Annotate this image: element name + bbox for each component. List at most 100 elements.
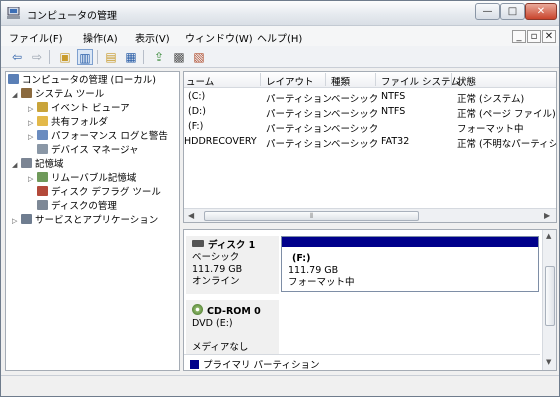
- back-arrow-icon[interactable]: ⇦: [9, 49, 25, 65]
- volume-label: (F:): [292, 253, 311, 264]
- system-tools-icon: [21, 88, 32, 98]
- vertical-scrollbar-thumb[interactable]: [545, 266, 555, 326]
- tree-item-storage[interactable]: ◢ 記憶域: [12, 158, 64, 172]
- cdrom0-info[interactable]: CD-ROM 0 DVD (E:) メディアなし: [186, 300, 279, 354]
- tree-item-disk-defrag[interactable]: ディスク デフラグ ツール: [28, 186, 161, 200]
- close-button[interactable]: ✕: [525, 3, 557, 20]
- column-header-type[interactable]: 種類: [331, 74, 350, 88]
- vertical-scrollbar[interactable]: ▲ ▼: [542, 230, 556, 370]
- tree-item-device-manager[interactable]: デバイス マネージャ: [28, 144, 139, 158]
- settings-icon[interactable]: ▩: [171, 49, 187, 65]
- menu-window[interactable]: ウィンドウ(W): [185, 30, 253, 45]
- tree-item-services-apps[interactable]: ▷ サービスとアプリケーション: [12, 214, 158, 228]
- performance-icon: [37, 130, 48, 140]
- table-row[interactable]: (C:) パーティション ベーシック NTFS 正常 (システム): [184, 90, 556, 105]
- expand-arrow-icon[interactable]: ▷: [12, 214, 21, 228]
- tree-item-disk-management[interactable]: ディスクの管理: [28, 200, 117, 214]
- expand-arrow-icon[interactable]: ▷: [28, 172, 37, 186]
- tree-item-removable-storage[interactable]: ▷ リムーバブル記憶域: [28, 172, 136, 186]
- toolbar-separator: [143, 50, 144, 64]
- export-icon[interactable]: ⇪: [151, 49, 167, 65]
- computer-icon: [8, 74, 19, 84]
- expand-arrow-icon[interactable]: ▷: [28, 102, 37, 116]
- window-title: コンピュータの管理: [27, 11, 117, 22]
- volume-status: フォーマット中: [288, 277, 355, 288]
- cdrom0-drive: DVD (E:): [192, 318, 233, 329]
- legend-primary-label: プライマリ パーティション: [203, 360, 320, 371]
- tree-item-shared-folders[interactable]: ▷ 共有フォルダ: [28, 116, 108, 130]
- volume-size: 111.79 GB: [288, 265, 339, 276]
- disk1-status: オンライン: [192, 276, 240, 287]
- shared-folder-icon: [37, 116, 48, 126]
- show-tree-icon[interactable]: ▥: [77, 49, 93, 65]
- cdrom0-name: CD-ROM 0: [207, 306, 261, 317]
- defrag-icon: [37, 186, 48, 196]
- volume-f-partition[interactable]: (F:) 111.79 GB フォーマット中: [281, 236, 539, 292]
- table-row[interactable]: (D:) パーティション ベーシック NTFS 正常 (ページ ファイル): [184, 105, 556, 120]
- collapse-arrow-icon[interactable]: ◢: [12, 88, 21, 102]
- properties-icon[interactable]: ▤: [103, 49, 119, 65]
- services-icon: [21, 214, 32, 224]
- cdrom-icon: [192, 304, 203, 315]
- column-header-layout[interactable]: レイアウト: [266, 74, 314, 88]
- maximize-button[interactable]: □: [500, 3, 525, 20]
- cdrom0-media: メディアなし: [192, 342, 249, 353]
- scroll-right-icon[interactable]: ▶: [544, 211, 550, 220]
- primary-partition-swatch: [190, 360, 199, 369]
- horizontal-scrollbar[interactable]: ◀ ⦀ ▶: [184, 208, 556, 222]
- disk-tool-icon[interactable]: ▧: [191, 49, 207, 65]
- toolbar-separator: [97, 50, 98, 64]
- device-manager-icon: [37, 144, 48, 154]
- scrollbar-thumb[interactable]: ⦀: [204, 211, 419, 221]
- mdi-restore-button[interactable]: ▫: [527, 30, 541, 43]
- event-viewer-icon: [37, 102, 48, 112]
- scroll-left-icon[interactable]: ◀: [188, 211, 194, 220]
- toolbar-separator: [49, 50, 50, 64]
- mdi-close-button[interactable]: ✕: [542, 30, 556, 43]
- computer-management-icon: [7, 7, 20, 19]
- disk1-name: ディスク 1: [208, 240, 256, 251]
- expand-arrow-icon[interactable]: ▷: [28, 130, 37, 144]
- primary-partition-bar: [282, 237, 538, 247]
- disk1-size: 111.79 GB: [192, 264, 243, 275]
- storage-icon: [21, 158, 32, 168]
- help-icon[interactable]: ▦: [123, 49, 139, 65]
- menu-file[interactable]: ファイル(F): [9, 30, 63, 45]
- computer-management-window: コンピュータの管理 — □ ✕ ファイル(F) 操作(A) 表示(V) ウィンド…: [0, 0, 560, 397]
- volume-list: ューム レイアウト 種類 ファイル システム 状態 (C:) パーティション ベ…: [183, 71, 557, 223]
- toolbar: ⇦ ⇨ ▣ ▥ ▤ ▦ ⇪ ▩ ▧: [1, 46, 559, 68]
- table-row[interactable]: HDDRECOVERY パーティション ベーシック FAT32 正常 (不明なパ…: [184, 135, 556, 150]
- disk-graphical-view: ディスク 1 ベーシック 111.79 GB オンライン (F:) 111.79…: [183, 229, 557, 371]
- menu-bar: ファイル(F) 操作(A) 表示(V) ウィンドウ(W) ヘルプ(H) _ ▫ ✕: [1, 26, 559, 46]
- console-tree: コンピュータの管理 (ローカル) ◢ システム ツール ▷ イベント ビューア ▷ 共…: [5, 71, 180, 371]
- expand-arrow-icon[interactable]: ▷: [28, 116, 37, 130]
- list-header: ューム レイアウト 種類 ファイル システム 状態: [184, 72, 556, 88]
- mdi-minimize-button[interactable]: _: [512, 30, 526, 43]
- menu-view[interactable]: 表示(V): [135, 30, 170, 45]
- column-header-status[interactable]: 状態: [457, 74, 476, 88]
- partition-legend: プライマリ パーティション: [184, 354, 540, 370]
- removable-storage-icon: [37, 172, 48, 182]
- column-header-filesystem[interactable]: ファイル システム: [381, 74, 460, 88]
- forward-arrow-icon[interactable]: ⇨: [29, 49, 45, 65]
- menu-action[interactable]: 操作(A): [83, 30, 118, 45]
- tree-item-system-tools[interactable]: ◢ システム ツール: [12, 88, 104, 102]
- table-row[interactable]: (F:) パーティション ベーシック フォーマット中: [184, 120, 556, 135]
- minimize-button[interactable]: —: [475, 3, 500, 20]
- tree-item-event-viewer[interactable]: ▷ イベント ビューア: [28, 102, 130, 116]
- scroll-up-icon[interactable]: ▲: [546, 232, 551, 240]
- menu-help[interactable]: ヘルプ(H): [257, 30, 302, 45]
- mdi-window-buttons: _ ▫ ✕: [511, 30, 556, 43]
- up-folder-icon[interactable]: ▣: [57, 49, 73, 65]
- collapse-arrow-icon[interactable]: ◢: [12, 158, 21, 172]
- scroll-down-icon[interactable]: ▼: [546, 358, 551, 366]
- tree-item-performance-logs[interactable]: ▷ パフォーマンス ログと警告: [28, 130, 168, 144]
- title-bar[interactable]: コンピュータの管理 — □ ✕: [1, 1, 559, 26]
- status-bar: [1, 375, 559, 396]
- disk-icon: [192, 240, 204, 247]
- disk-management-icon: [37, 200, 48, 210]
- column-header-volume[interactable]: ューム: [186, 74, 214, 88]
- tree-item-root[interactable]: コンピュータの管理 (ローカル): [8, 74, 156, 88]
- disk1-info[interactable]: ディスク 1 ベーシック 111.79 GB オンライン: [186, 236, 279, 294]
- disk1-type: ベーシック: [192, 252, 240, 263]
